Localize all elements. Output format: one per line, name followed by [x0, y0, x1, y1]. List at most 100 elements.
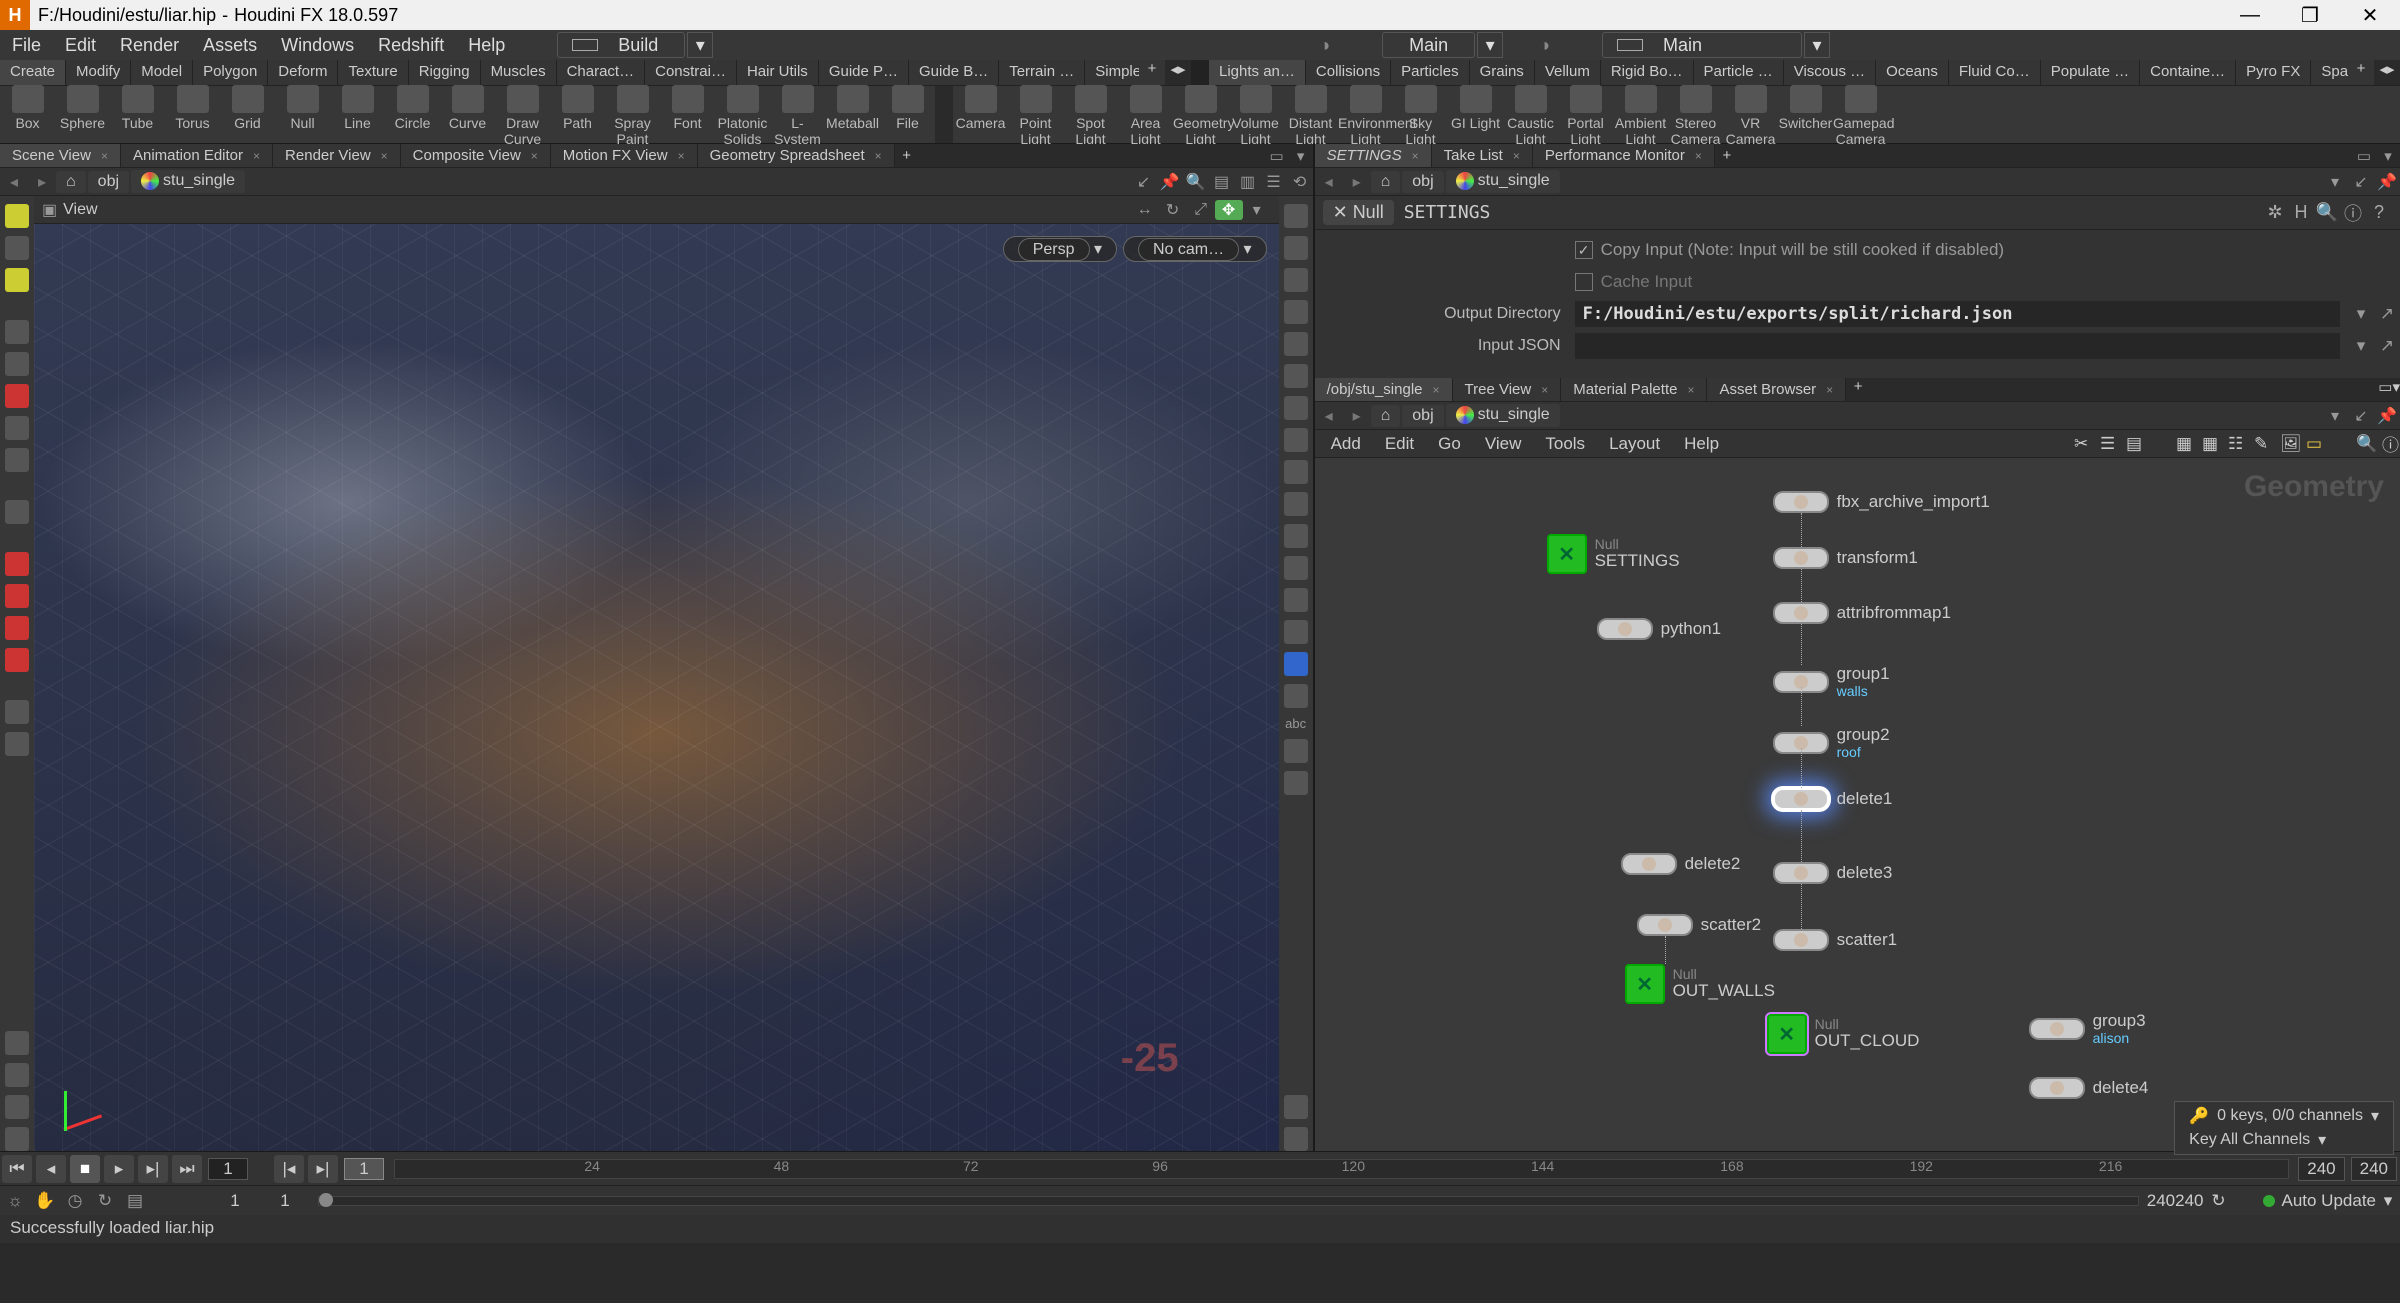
snap-grid-icon[interactable] [5, 616, 29, 640]
parm-info-icon[interactable]: ⓘ [2340, 200, 2366, 226]
disp-opt11-icon[interactable] [1284, 524, 1308, 548]
net-color2-icon[interactable]: ▦ [2190, 434, 2216, 454]
arrow-tool-icon[interactable] [5, 320, 29, 344]
auto-update-toggle[interactable]: Auto Update [2281, 1191, 2376, 1211]
net-color4-icon[interactable]: ✎ [2242, 434, 2268, 454]
vh-scale-icon[interactable]: ⤢ [1187, 201, 1215, 219]
path-tbar3-icon[interactable]: ☰ [1261, 172, 1287, 192]
network-node[interactable]: transform1 [1773, 547, 1918, 569]
paint-mode-icon[interactable] [5, 268, 29, 292]
gs1-icon[interactable]: ☼ [0, 1191, 30, 1211]
current-frame-field[interactable]: 1 [208, 1158, 248, 1180]
shelf-tab[interactable]: Populate … [2041, 60, 2140, 85]
net-tool3-icon[interactable]: ▤ [2114, 434, 2140, 454]
shelf-tab[interactable]: Fluid Co… [1949, 60, 2041, 85]
injson-browse-icon[interactable]: ▾ [2348, 336, 2374, 356]
parm-h-icon[interactable]: H [2288, 202, 2314, 223]
shelf-tool[interactable]: Caustic Light [1503, 82, 1558, 147]
disp-opt3-icon[interactable] [1284, 268, 1308, 292]
shelf-tab[interactable]: Containe… [2140, 60, 2236, 85]
pane-max-icon[interactable]: ▭ [1265, 147, 1289, 165]
net-tab-path[interactable]: /obj/stu_single× [1315, 378, 1453, 401]
shelf-right-arrow[interactable]: ◂▸ [2374, 60, 2400, 85]
tab-close-icon[interactable]: × [381, 149, 388, 163]
p-nav-fwd-icon[interactable]: ▸ [1343, 172, 1371, 192]
shelf-tool[interactable]: Tube [110, 82, 165, 147]
disp-opt18-icon[interactable] [1284, 771, 1308, 795]
n-pin-icon[interactable]: 📌 [2374, 406, 2400, 426]
pane-menu-icon[interactable]: ▾ [1289, 147, 1313, 165]
net-color1-icon[interactable]: ▦ [2164, 434, 2190, 454]
record-tool-icon[interactable] [5, 384, 29, 408]
last-frame-button[interactable]: ⏭ [172, 1155, 202, 1183]
disp-opt6-icon[interactable] [1284, 364, 1308, 388]
left-pane-tab[interactable]: Composite View× [401, 144, 551, 167]
netmenu-tools[interactable]: Tools [1533, 434, 1597, 454]
shelf-tool[interactable]: Camera [953, 82, 1008, 147]
snap-point-icon[interactable] [5, 584, 29, 608]
window-maximize-button[interactable]: ❐ [2280, 3, 2340, 28]
prev-frame-button[interactable]: ◂ [36, 1155, 66, 1183]
outdir-field[interactable]: F:/Houdini/estu/exports/split/richard.js… [1575, 301, 2340, 327]
shelf-tool[interactable]: Environment Light [1338, 82, 1393, 147]
edit-mode-icon[interactable] [5, 236, 29, 260]
shelf-tool[interactable]: Distant Light [1283, 82, 1338, 147]
node-type-icon[interactable]: ✕ Null [1323, 200, 1394, 225]
disp-help-icon[interactable] [1284, 1095, 1308, 1119]
menu-file[interactable]: File [0, 35, 53, 56]
net-color3-icon[interactable]: ☷ [2216, 434, 2242, 454]
shelf-tool[interactable]: Volume Light [1228, 82, 1283, 147]
desktop-chooser-right[interactable]: Main [1382, 32, 1475, 58]
stop-button[interactable]: ■ [70, 1155, 100, 1183]
network-node[interactable]: fbx_archive_import1 [1773, 491, 1990, 513]
left-tab-add[interactable]: + [895, 147, 919, 164]
parm-help-icon[interactable]: ? [2366, 202, 2392, 223]
disp-opt4-icon[interactable] [1284, 300, 1308, 324]
shelf-tool[interactable]: Sphere [55, 82, 110, 147]
p-pin-icon[interactable]: ▾ [2322, 172, 2348, 192]
n-path-node[interactable]: stu_single [1446, 404, 1560, 426]
shelf-tool[interactable]: Circle [385, 82, 440, 147]
shelf-tool[interactable]: Null [275, 82, 330, 147]
disp-opt8-icon[interactable] [1284, 428, 1308, 452]
n-path-root-icon[interactable]: ⌂ [1371, 405, 1401, 427]
left-pane-tab[interactable]: Render View× [273, 144, 401, 167]
left-pane-tab[interactable]: Motion FX View× [551, 144, 698, 167]
disp-opt5-icon[interactable] [1284, 332, 1308, 356]
desktop-chooser-far-right-arrow[interactable]: ▾ [1804, 32, 1830, 58]
gs3-icon[interactable]: ◷ [60, 1191, 90, 1211]
path-tbar2-icon[interactable]: ▥ [1235, 172, 1261, 192]
shelf-tool[interactable]: Path [550, 82, 605, 147]
menu-edit[interactable]: Edit [53, 35, 108, 56]
parm-search-icon[interactable]: 🔍 [2314, 202, 2340, 223]
range-cur-field[interactable]: 1 [344, 1158, 384, 1180]
net-menu-icon[interactable]: ▾ [2392, 378, 2400, 401]
desktop-chooser-arrow-right[interactable]: ▾ [1477, 32, 1503, 58]
network-node[interactable]: attribfrommap1 [1773, 602, 1951, 624]
nav-back-icon[interactable]: ◂ [0, 172, 28, 192]
injson-jump-icon[interactable]: ↗ [2374, 336, 2400, 356]
shelf-tool[interactable]: Torus [165, 82, 220, 147]
key-icon[interactable]: 🔑 [2189, 1106, 2209, 1126]
disp-settings-icon[interactable] [1284, 1127, 1308, 1151]
shelf-tool[interactable]: L-System [770, 82, 825, 147]
p-path-node[interactable]: stu_single [1446, 170, 1560, 192]
param-tab-add[interactable]: + [1715, 147, 1739, 164]
vh-move-icon[interactable]: ↔ [1131, 201, 1159, 219]
network-node[interactable]: delete1 [1773, 788, 1893, 810]
range-end-button[interactable]: ▸| [308, 1155, 338, 1183]
copy-input-check[interactable]: ✓ [1575, 241, 1593, 259]
netmenu-view[interactable]: View [1473, 434, 1534, 454]
menu-assets[interactable]: Assets [191, 35, 269, 56]
shelf-tool[interactable]: Line [330, 82, 385, 147]
disp-opt7-icon[interactable] [1284, 396, 1308, 420]
net-tool1-icon[interactable]: ✂ [2062, 434, 2088, 454]
network-node[interactable]: group3alison [2029, 1012, 2146, 1046]
shelf-tool[interactable]: Gamepad Camera [1833, 82, 1888, 147]
shelf-tool[interactable]: Sky Light [1393, 82, 1448, 147]
range-end2[interactable]: 240 [2351, 1157, 2397, 1181]
vh-universal-icon[interactable]: ✥ [1215, 200, 1243, 220]
keys-dd-icon[interactable]: ▾ [2371, 1106, 2379, 1126]
net-color6-icon[interactable]: ▭ [2294, 434, 2320, 454]
tab-close-icon[interactable]: × [531, 149, 538, 163]
